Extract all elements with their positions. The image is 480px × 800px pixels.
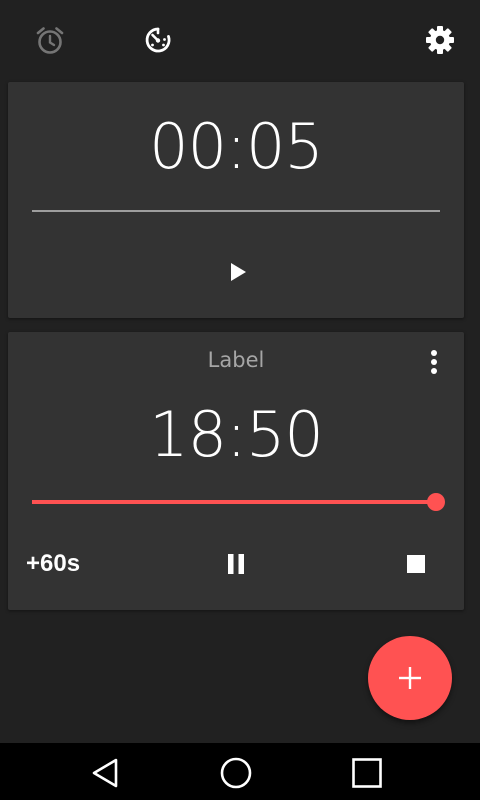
back-icon[interactable] — [83, 751, 127, 795]
timer-screen: 00:05 Label 18:50 +60s — [0, 0, 480, 800]
recents-icon[interactable] — [345, 751, 389, 795]
more-vert-icon[interactable] — [420, 346, 448, 378]
home-icon[interactable] — [214, 751, 258, 795]
timer-progress-fill — [32, 500, 436, 504]
timer-time: 00:05 — [149, 110, 324, 183]
system-nav-bar — [0, 743, 480, 800]
add-minute-button[interactable]: +60s — [26, 552, 80, 576]
alarm-icon[interactable] — [33, 23, 67, 57]
timer-card-1: 00:05 — [8, 82, 464, 318]
timer-label[interactable]: Label — [8, 350, 464, 371]
add-timer-button[interactable] — [368, 636, 452, 720]
add-icon — [399, 667, 421, 689]
pause-icon[interactable] — [220, 548, 252, 580]
timer-progress-knob[interactable] — [427, 493, 445, 511]
timer-progress-track — [32, 210, 440, 212]
timer-card-2: Label 18:50 +60s — [8, 332, 464, 610]
gear-icon[interactable] — [423, 23, 457, 57]
timer-icon[interactable] — [141, 23, 175, 57]
play-icon[interactable] — [222, 256, 254, 288]
timer-time: 18:50 — [149, 398, 324, 471]
toolbar — [0, 0, 480, 82]
timer-progress-track — [32, 500, 436, 504]
stop-icon[interactable] — [400, 548, 432, 580]
